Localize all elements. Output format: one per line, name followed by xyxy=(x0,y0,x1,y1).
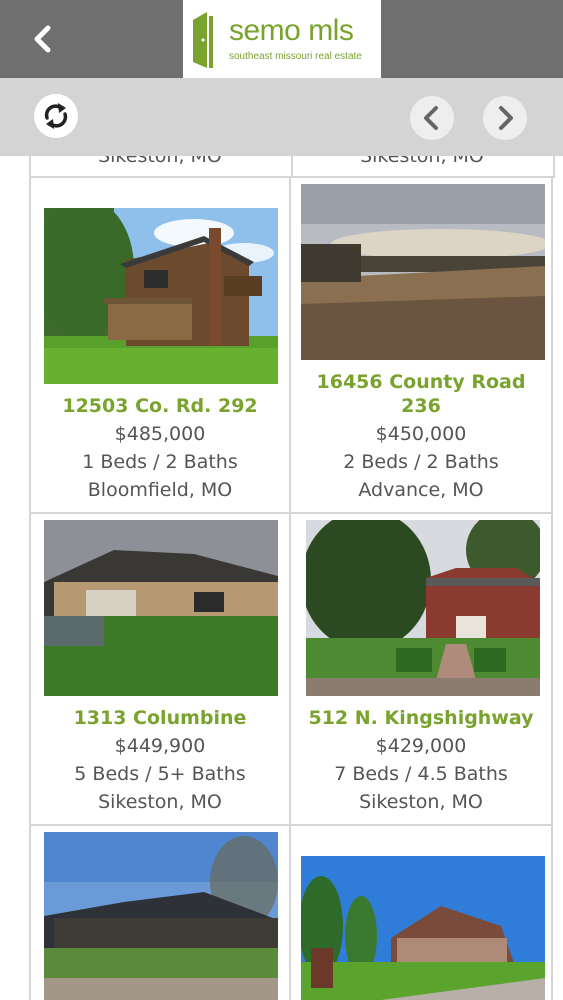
listing-price: $429,000 xyxy=(375,735,467,757)
listing-details: 1313 Columbine $449,900 5 Beds / 5+ Bath… xyxy=(31,706,289,816)
listing-details: 512 N. Kingshighway $429,000 7 Beds / 4.… xyxy=(291,706,551,816)
listing-photo[interactable] xyxy=(306,520,540,696)
listing-details: 12503 Co. Rd. 292 $485,000 1 Beds / 2 Ba… xyxy=(31,394,289,504)
listing-price: $449,900 xyxy=(114,735,206,757)
listing-address[interactable]: 16456 County Road xyxy=(291,370,551,394)
listing-card[interactable] xyxy=(291,826,553,1000)
listing-details: 16456 County Road 236 $450,000 2 Beds / … xyxy=(291,370,551,504)
chevron-right-icon xyxy=(499,106,513,130)
back-button[interactable] xyxy=(28,22,58,56)
refresh-button[interactable] xyxy=(34,94,78,138)
listing-card[interactable]: 512 N. Kingshighway $429,000 7 Beds / 4.… xyxy=(291,514,553,826)
listing-address[interactable]: 1313 Columbine xyxy=(31,706,289,730)
listing-beds-baths: 1 Beds / 2 Baths xyxy=(82,451,238,473)
listing-photo[interactable] xyxy=(44,208,278,384)
house-photo-image xyxy=(301,856,545,1000)
chevron-left-icon xyxy=(34,25,51,53)
house-photo-image xyxy=(44,520,278,696)
listing-card[interactable]: 12503 Co. Rd. 292 $485,000 1 Beds / 2 Ba… xyxy=(29,178,291,514)
listing-card[interactable]: 1313 Columbine $449,900 5 Beds / 5+ Bath… xyxy=(29,514,291,826)
house-photo-image xyxy=(44,208,278,384)
door-logo-icon xyxy=(193,12,213,68)
listing-card[interactable] xyxy=(29,826,291,1000)
listing-beds-baths: 2 Beds / 2 Baths xyxy=(343,451,499,473)
listing-city: Sikeston, MO xyxy=(359,791,483,813)
refresh-icon xyxy=(44,103,68,129)
listing-city: Sikeston, MO xyxy=(98,791,222,813)
chevron-left-icon xyxy=(424,106,438,130)
listing-address[interactable]: 12503 Co. Rd. 292 xyxy=(31,394,289,418)
listing-beds-baths: 5 Beds / 5+ Baths xyxy=(74,763,246,785)
listing-card[interactable]: 16456 County Road 236 $450,000 2 Beds / … xyxy=(291,178,553,514)
listing-city: Bloomfield, MO xyxy=(87,479,233,501)
listing-price: $450,000 xyxy=(375,423,467,445)
listing-city: Advance, MO xyxy=(358,479,484,501)
logo: semo mls southeast missouri real estate xyxy=(183,0,381,78)
app-header: semo mls southeast missouri real estate xyxy=(0,0,563,78)
listing-photo[interactable] xyxy=(301,184,545,360)
land-photo-image xyxy=(301,184,545,360)
house-photo-image xyxy=(44,832,278,1000)
house-photo-image xyxy=(306,520,540,696)
listing-photo[interactable] xyxy=(44,520,278,696)
logo-tagline: southeast missouri real estate xyxy=(229,51,362,62)
next-button[interactable] xyxy=(483,96,527,140)
toolbar xyxy=(0,78,563,156)
listing-photo[interactable] xyxy=(301,856,545,1000)
listing-beds-baths: 7 Beds / 4.5 Baths xyxy=(334,763,508,785)
listing-price: $485,000 xyxy=(114,423,206,445)
previous-button[interactable] xyxy=(410,96,454,140)
listing-photo[interactable] xyxy=(44,832,278,1000)
listing-address-line2[interactable]: 236 xyxy=(291,394,551,418)
logo-name: semo mls xyxy=(229,14,354,47)
listing-address[interactable]: 512 N. Kingshighway xyxy=(291,706,551,730)
